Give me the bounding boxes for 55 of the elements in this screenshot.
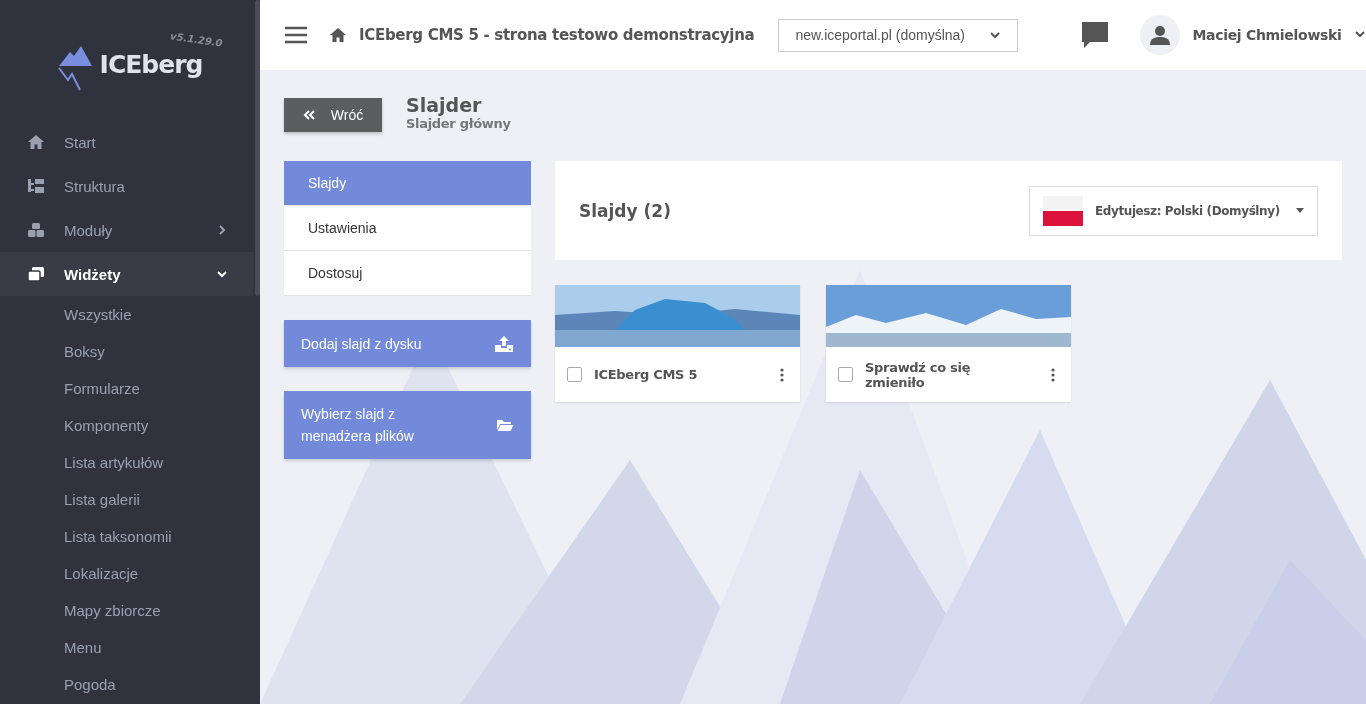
menu-tab[interactable]: Ustawienia: [284, 206, 531, 251]
checkbox[interactable]: [567, 367, 582, 382]
home-icon: [27, 134, 45, 150]
double-chevron-left-icon: [302, 109, 315, 121]
chevron-down-icon: [989, 29, 1002, 41]
action-button[interactable]: Wybierz slajd z menadżera plików: [284, 391, 531, 459]
chat-icon[interactable]: [1080, 20, 1111, 50]
page-title: Slajder: [406, 94, 483, 116]
sidebar-subitem[interactable]: Wszystkie: [64, 306, 132, 323]
sidebar-subitem[interactable]: Lokalizacje: [64, 565, 139, 582]
upload-icon: [494, 334, 514, 353]
checkbox[interactable]: [838, 367, 853, 382]
copy-windows-icon: [27, 266, 45, 282]
panel-title: Slajdy (2): [579, 200, 671, 221]
sidebar-item[interactable]: Start: [0, 120, 253, 164]
folder-icon: [496, 418, 514, 432]
chevron-down-icon: [216, 268, 228, 280]
sidebar-item[interactable]: Struktura: [0, 164, 253, 208]
sidebar-subitem[interactable]: Formularze: [64, 380, 140, 397]
action-button[interactable]: Dodaj slajd z dysku: [284, 320, 531, 367]
back-button[interactable]: Wróć: [284, 98, 382, 132]
sidebar-subitem[interactable]: Komponenty: [64, 417, 149, 434]
slide-title: ICEberg CMS 5: [594, 367, 699, 382]
page-subtitle: Slajder główny: [406, 116, 511, 131]
scrollbar[interactable]: [255, 0, 260, 296]
more-options-icon[interactable]: [1051, 367, 1055, 382]
caret-icon: [1296, 208, 1304, 213]
sidebar-subitem[interactable]: Lista artykułów: [64, 454, 164, 471]
sidebar-item[interactable]: Widżety: [0, 252, 253, 296]
more-options-icon[interactable]: [780, 367, 784, 382]
sidebar-subitem[interactable]: Pogoda: [64, 676, 116, 693]
chevron-right-icon: [216, 224, 228, 236]
language-select[interactable]: Edytujesz: Polski (Domyślny): [1029, 185, 1318, 236]
slide-title: Sprawdź co się zmieniło: [865, 359, 972, 390]
user-name[interactable]: Maciej Chmielowski: [1192, 27, 1342, 43]
sidebar-subitem[interactable]: Lista taksonomii: [64, 528, 172, 545]
sidebar-subitem[interactable]: Menu: [64, 639, 102, 656]
sidebar-item[interactable]: Moduły: [0, 208, 253, 252]
site-title: ICEberg CMS 5 - strona testowo demonstracyjna: [359, 26, 755, 44]
user-silhouette-icon: [1150, 25, 1171, 45]
logo-text: ICEberg: [99, 50, 203, 80]
menu-icon[interactable]: [285, 26, 307, 44]
tree-structure-icon: [27, 178, 45, 194]
menu-tab[interactable]: Slajdy: [284, 161, 531, 206]
sidebar-subitem[interactable]: Lista galerii: [64, 491, 140, 508]
cubes-icon: [27, 222, 45, 238]
chevron-down-icon: [1353, 28, 1366, 40]
version-label: v5.1.29.0: [169, 30, 224, 49]
sidebar-subitem[interactable]: Boksy: [64, 343, 105, 360]
home-icon: [329, 27, 347, 43]
menu-tab[interactable]: Dostosuj: [284, 251, 531, 296]
flag-icon: [1043, 195, 1083, 226]
domain-select[interactable]: new.iceportal.pl (domyślna): [778, 18, 1019, 52]
avatar[interactable]: [1140, 15, 1181, 55]
sidebar-subitem[interactable]: Mapy zbiorcze: [64, 602, 161, 619]
